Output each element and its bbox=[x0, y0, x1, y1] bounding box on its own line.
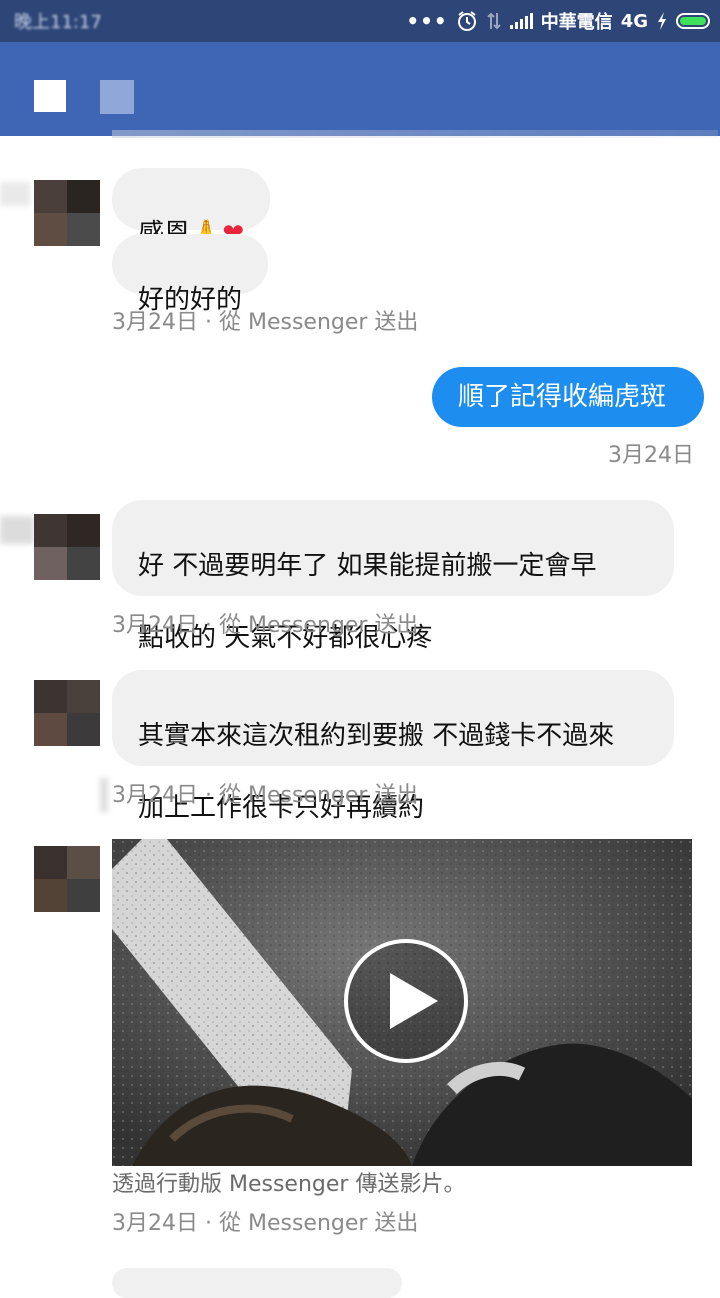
contact-name-placeholder[interactable] bbox=[100, 80, 134, 114]
carrier-label: 中華電信 bbox=[540, 12, 613, 33]
network-label: 4G bbox=[620, 10, 648, 32]
message-bubble[interactable]: 感恩🙏❤ bbox=[112, 168, 271, 249]
data-arrows-icon bbox=[486, 12, 501, 30]
avatar[interactable] bbox=[34, 514, 100, 580]
avatar[interactable] bbox=[34, 846, 100, 912]
chat-header bbox=[0, 42, 720, 138]
blur-artifact bbox=[0, 182, 30, 206]
status-time: 晚上11:17 bbox=[14, 12, 102, 33]
avatar[interactable] bbox=[34, 680, 100, 746]
message-meta: 3月24日 bbox=[608, 443, 694, 468]
header-shadow bbox=[112, 130, 718, 138]
video-caption: 透過行動版 Messenger 傳送影片。 bbox=[112, 1172, 466, 1197]
battery-icon bbox=[676, 13, 710, 29]
avatar[interactable] bbox=[34, 180, 100, 246]
status-right-group: ••• 中華電信 4G bbox=[406, 6, 710, 36]
more-dots-icon: ••• bbox=[406, 9, 448, 33]
status-bar: 晚上11:17 ••• 中華電信 4G bbox=[0, 0, 720, 42]
signal-icon bbox=[509, 13, 533, 29]
message-meta: 3月24日 · 從 Messenger 送出 bbox=[112, 310, 419, 335]
play-icon bbox=[390, 973, 438, 1029]
back-button[interactable] bbox=[34, 80, 66, 112]
message-text: 順了記得收編虎斑 bbox=[458, 382, 667, 412]
blur-artifact bbox=[100, 778, 108, 812]
play-button[interactable] bbox=[344, 939, 468, 1063]
outgoing-message-bubble[interactable]: 順了記得收編虎斑 bbox=[432, 367, 704, 427]
blur-artifact bbox=[0, 516, 34, 544]
message-meta: 3月24日 · 從 Messenger 送出 bbox=[112, 613, 419, 638]
battery-fill bbox=[680, 17, 706, 25]
message-bubble[interactable]: 其實本來這次租約到要搬 不過錢卡不過來 加上工作很卡只好再續約 bbox=[112, 670, 674, 823]
message-text-line: 好 不過要明年了 如果能提前搬一定會早 bbox=[138, 551, 597, 581]
alarm-icon bbox=[457, 11, 476, 31]
message-bubble-partial[interactable] bbox=[112, 1268, 402, 1298]
message-meta: 3月24日 · 從 Messenger 送出 bbox=[112, 1211, 419, 1236]
message-meta: 3月24日 · 從 Messenger 送出 bbox=[112, 783, 419, 808]
message-bubble[interactable]: 好 不過要明年了 如果能提前搬一定會早 點收的 天氣不好都很心疼 bbox=[112, 500, 674, 653]
message-bubble[interactable]: 好的好的 bbox=[112, 234, 269, 315]
message-text-line: 其實本來這次租約到要搬 不過錢卡不過來 bbox=[138, 721, 615, 751]
charging-icon bbox=[658, 12, 666, 30]
